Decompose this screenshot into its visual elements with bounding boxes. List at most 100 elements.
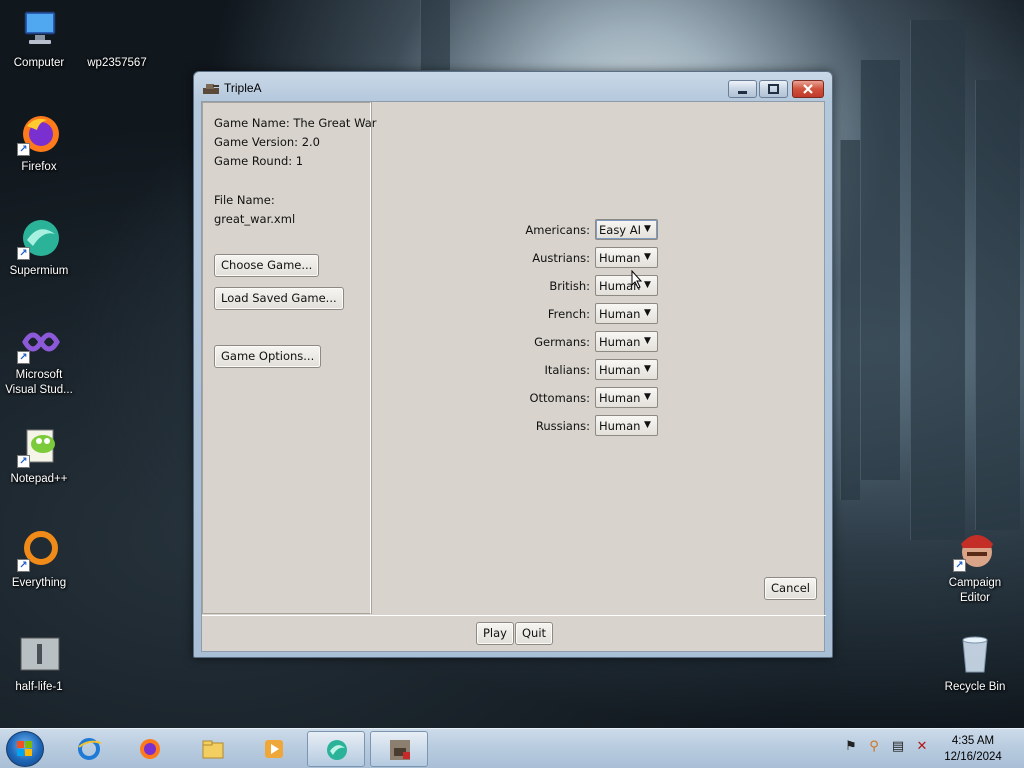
desktop-icon-label: wp2357567 — [87, 57, 147, 69]
taskbar-internet-explorer[interactable] — [60, 731, 118, 767]
player-setup-panel — [371, 102, 826, 614]
action-center-flag-icon[interactable]: ⚑ — [843, 739, 859, 755]
dropdown-arrow-icon: ▼ — [644, 364, 651, 374]
dropdown-arrow-icon: ▼ — [644, 420, 651, 430]
taskbar-media-player[interactable] — [245, 731, 303, 767]
shortcut-arrow-icon: ↗ — [17, 559, 30, 572]
desktop-icon-label: half-life-1 — [15, 681, 63, 693]
player-type-value: Human — [599, 251, 641, 265]
desktop-icon-computer[interactable]: Computer — [0, 8, 78, 71]
window-title: TripleA — [224, 81, 262, 95]
taskbar-triplea[interactable] — [370, 731, 428, 767]
desktop-icon-visual-studio[interactable]: ↗ Microsoft Visual Stud... — [0, 320, 78, 398]
bg-building — [420, 0, 450, 70]
dropdown-arrow-icon: ▼ — [644, 224, 651, 234]
desktop-icon-wallpaper-file[interactable]: wp2357567 — [78, 8, 156, 71]
game-version-text: Game Version: 2.0 — [214, 135, 320, 149]
player-row: British: Human ▼ — [0, 275, 658, 297]
player-type-dropdown[interactable]: Human ▼ — [595, 331, 658, 352]
windows-logo-icon — [17, 741, 32, 756]
restore-icon — [760, 81, 787, 97]
game-info-panel: Game Name: The Great War Game Version: 2… — [202, 102, 376, 614]
player-label: Austrians: — [532, 251, 590, 265]
player-type-value: Human — [599, 391, 641, 405]
shortcut-arrow-icon: ↗ — [17, 351, 30, 364]
choose-game-button[interactable]: Choose Game... — [214, 254, 320, 277]
player-type-dropdown[interactable]: Easy AI ▼ — [595, 219, 658, 240]
desktop-icon-label: Supermium — [9, 265, 69, 277]
dropdown-arrow-icon: ▼ — [644, 392, 651, 402]
player-type-value: Human — [599, 419, 641, 433]
desktop-icon-half-life[interactable]: half-life-1 — [0, 632, 78, 695]
desktop-icon-notepad-plus-plus[interactable]: ↗ Notepad++ — [0, 424, 78, 487]
shortcut-arrow-icon: ↗ — [17, 455, 30, 468]
network-icon[interactable]: ▤ — [890, 739, 906, 755]
player-type-dropdown[interactable]: Human ▼ — [595, 303, 658, 324]
player-label: Italians: — [544, 363, 590, 377]
player-type-dropdown[interactable]: Human ▼ — [595, 359, 658, 380]
player-type-dropdown[interactable]: Human ▼ — [595, 415, 658, 436]
player-row: French: Human ▼ — [0, 303, 658, 325]
taskbar-clock[interactable]: 4:35 AM 12/16/2024 — [936, 733, 1010, 765]
bg-building — [975, 80, 1020, 530]
player-label: British: — [549, 279, 590, 293]
game-name-text: Game Name: The Great War — [214, 116, 377, 130]
desktop-icon-everything[interactable]: ↗ Everything — [0, 528, 78, 591]
minimize-button[interactable] — [728, 80, 757, 98]
clock-time: 4:35 AM — [951, 735, 995, 747]
play-button[interactable]: Play — [476, 622, 514, 645]
desktop-icon-recycle-bin[interactable]: Recycle Bin — [936, 632, 1014, 695]
player-label: Ottomans: — [529, 391, 590, 405]
load-saved-game-button[interactable]: Load Saved Game... — [214, 287, 344, 310]
desktop-icon-firefox[interactable]: ↗ Firefox — [0, 112, 78, 175]
dropdown-arrow-icon: ▼ — [644, 308, 651, 318]
file-name-label: File Name: — [214, 193, 275, 207]
player-label: Russians: — [535, 419, 590, 433]
taskbar-supermium[interactable] — [307, 731, 365, 767]
image-file-icon — [95, 8, 139, 52]
triplea-app-icon — [388, 738, 412, 762]
supermium-icon — [325, 738, 349, 762]
notepad-plus-plus-icon: ↗ — [17, 424, 61, 468]
start-button[interactable] — [6, 731, 44, 767]
player-row: Americans: Easy AI ▼ — [0, 219, 658, 241]
player-label: French: — [547, 307, 590, 321]
minimize-icon — [729, 81, 756, 97]
cancel-button[interactable]: Cancel — [764, 577, 817, 600]
bg-building — [860, 60, 900, 480]
desktop-icon-label: Campaign Editor — [948, 577, 1002, 604]
window-titlebar[interactable]: TripleA — [194, 72, 832, 102]
desktop-icon-label: Recycle Bin — [944, 681, 1006, 693]
player-type-dropdown[interactable]: Human ▼ — [595, 275, 658, 296]
game-options-button[interactable]: Game Options... — [214, 345, 322, 368]
triplea-app-icon — [203, 81, 219, 95]
player-type-value: Human — [599, 307, 641, 321]
supermium-icon: ↗ — [17, 216, 61, 260]
close-icon — [793, 81, 823, 97]
taskbar-file-explorer[interactable] — [184, 731, 242, 767]
dropdown-arrow-icon: ▼ — [644, 252, 651, 262]
taskbar-firefox[interactable] — [121, 731, 179, 767]
player-row: Germans: Human ▼ — [0, 331, 658, 353]
desktop-icon-label: Computer — [13, 57, 65, 69]
maximize-button[interactable] — [759, 80, 788, 98]
file-name-value: great_war.xml — [214, 212, 296, 226]
volume-muted-icon[interactable]: ✕ — [914, 739, 930, 755]
desktop-icon-campaign-editor[interactable]: ↗ Campaign Editor — [936, 528, 1014, 606]
campaign-editor-icon: ↗ — [953, 528, 997, 572]
player-type-dropdown[interactable]: Human ▼ — [595, 387, 658, 408]
search-tray-icon[interactable]: ⚲ — [866, 739, 882, 755]
bg-building — [910, 20, 965, 540]
desktop-icon-label: Firefox — [21, 161, 57, 173]
player-type-dropdown[interactable]: Human ▼ — [595, 247, 658, 268]
player-type-value: Human — [599, 363, 641, 377]
player-label: Americans: — [525, 223, 590, 237]
desktop-icon-supermium[interactable]: ↗ Supermium — [0, 216, 78, 279]
close-button[interactable] — [792, 80, 824, 98]
desktop-icon-label: Notepad++ — [10, 473, 68, 485]
bg-building — [840, 140, 860, 500]
shortcut-arrow-icon: ↗ — [953, 559, 966, 572]
quit-button[interactable]: Quit — [515, 622, 554, 645]
player-row: Austrians: Human ▼ — [0, 247, 658, 269]
dropdown-arrow-icon: ▼ — [644, 336, 651, 346]
